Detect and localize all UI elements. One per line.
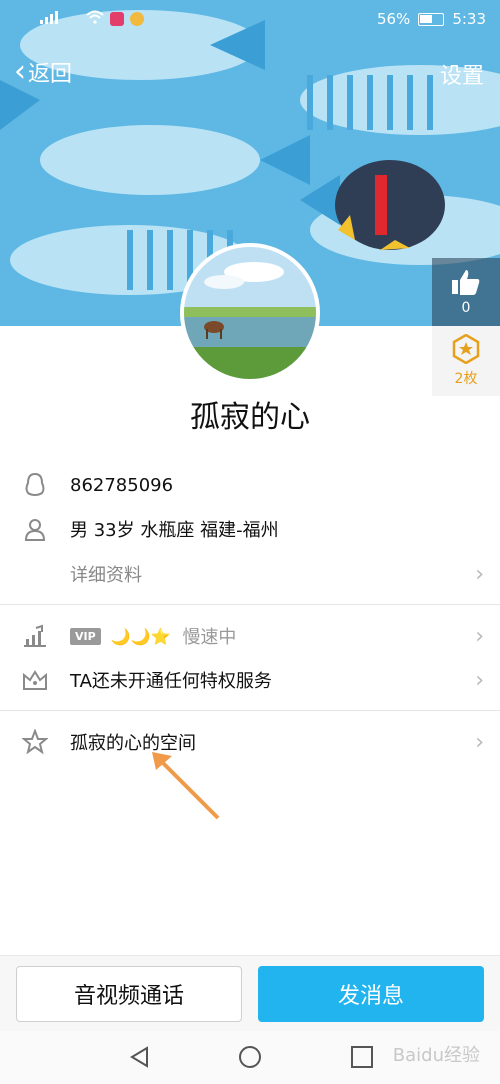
penguin-outline-icon bbox=[20, 470, 50, 500]
chevron-left-icon: ‹ bbox=[14, 54, 26, 89]
send-message-button[interactable]: 发消息 bbox=[258, 966, 484, 1022]
battery-percent: 56% bbox=[376, 10, 411, 28]
vip-row[interactable]: VIP 🌙🌙⭐ 慢速中 › bbox=[0, 620, 500, 652]
signal-icon bbox=[40, 10, 80, 28]
divider bbox=[0, 710, 500, 711]
avatar-landscape-image bbox=[184, 247, 316, 379]
battery-icon bbox=[418, 12, 445, 26]
coin-notification-icon bbox=[130, 12, 144, 26]
growth-chart-icon bbox=[20, 621, 50, 651]
nav-recents-icon[interactable] bbox=[350, 1045, 374, 1073]
qzone-row[interactable]: 孤寂的心的空间 › bbox=[0, 726, 500, 758]
level-icons: 🌙🌙⭐ bbox=[110, 626, 171, 646]
detail-info-label: 详细资料 bbox=[70, 565, 142, 586]
vip-speed-status: 慢速中 bbox=[182, 627, 237, 648]
coin-count: 2枚 bbox=[454, 371, 478, 387]
penguin-illustration bbox=[335, 160, 445, 250]
watermark: Baidu经验 bbox=[392, 1045, 480, 1066]
basic-info-row: 男 33岁 水瓶座 福建-福州 bbox=[0, 514, 500, 544]
nav-back-icon[interactable] bbox=[128, 1045, 152, 1073]
clock: 5:33 bbox=[452, 10, 486, 28]
chevron-right-icon: › bbox=[475, 561, 484, 587]
like-button[interactable]: 0 bbox=[432, 258, 500, 326]
person-icon bbox=[20, 514, 50, 544]
vip-badge: VIP bbox=[70, 627, 101, 645]
coin-button[interactable]: 2枚 bbox=[432, 326, 500, 396]
star-coin-icon bbox=[451, 333, 481, 368]
profile-nickname: 孤寂的心 bbox=[190, 400, 310, 435]
avatar[interactable] bbox=[180, 243, 320, 383]
status-bar: 56% 5:33 bbox=[0, 0, 500, 40]
like-count: 0 bbox=[461, 300, 471, 316]
chevron-right-icon: › bbox=[475, 729, 484, 755]
detail-info-row[interactable]: 详细资料 › bbox=[0, 558, 500, 590]
qq-number-row: 862785096 bbox=[0, 470, 500, 500]
vip-info: VIP 🌙🌙⭐ 慢速中 bbox=[70, 623, 236, 649]
side-panel: 0 2枚 bbox=[432, 258, 500, 396]
star-icon bbox=[20, 727, 50, 757]
back-label: 返回 bbox=[28, 62, 73, 87]
back-button[interactable]: ‹ 返回 bbox=[14, 56, 72, 88]
chevron-right-icon: › bbox=[475, 623, 484, 649]
notification-app-icon bbox=[110, 12, 124, 26]
system-navigation-bar: Baidu经验 bbox=[0, 1031, 500, 1084]
settings-button[interactable]: 设置 bbox=[440, 58, 484, 90]
thumbs-up-icon bbox=[451, 268, 481, 300]
wifi-icon bbox=[86, 10, 104, 28]
privilege-row[interactable]: TA还未开通任何特权服务 › bbox=[0, 664, 500, 696]
crown-icon bbox=[20, 665, 50, 695]
chevron-right-icon: › bbox=[475, 667, 484, 693]
annotation-arrow-icon bbox=[152, 752, 220, 820]
video-call-button[interactable]: 音视频通话 bbox=[16, 966, 242, 1022]
bottom-action-bar: 音视频通话 发消息 bbox=[0, 955, 500, 1031]
qq-number: 862785096 bbox=[70, 474, 174, 496]
divider bbox=[0, 604, 500, 605]
basic-info: 男 33岁 水瓶座 福建-福州 bbox=[70, 520, 279, 541]
privilege-text: TA还未开通任何特权服务 bbox=[70, 671, 272, 692]
nav-home-icon[interactable] bbox=[238, 1045, 262, 1073]
